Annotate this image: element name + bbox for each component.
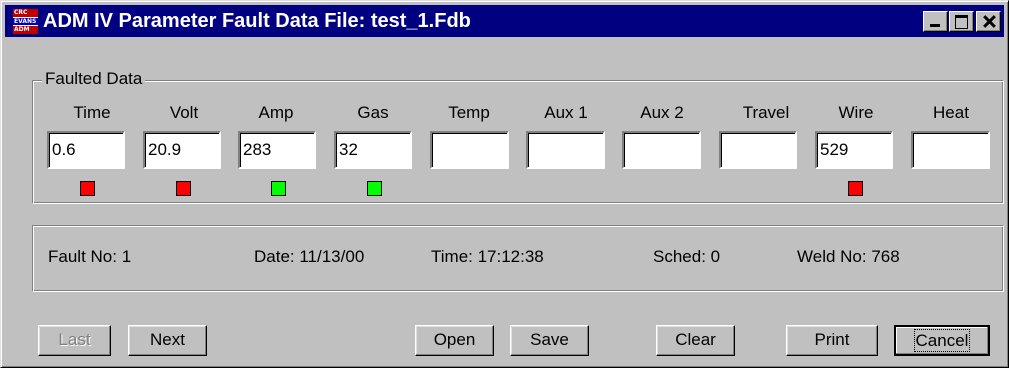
amp-status-indicator (271, 181, 286, 196)
cancel-button[interactable]: Cancel (894, 325, 990, 356)
field-label-gas: Gas (357, 103, 389, 122)
print-button[interactable]: Print (786, 325, 878, 356)
minimize-icon[interactable] (923, 11, 948, 32)
window-title: ADM IV Parameter Fault Data File: test_1… (43, 10, 471, 32)
maximize-icon[interactable] (949, 11, 974, 32)
schedule-number: Sched: 0 (653, 247, 721, 266)
field-label-heat: Heat (933, 103, 969, 122)
next-button[interactable]: Next (128, 325, 207, 356)
close-icon[interactable] (976, 11, 1001, 32)
heat-field[interactable] (911, 131, 990, 169)
amp-field[interactable]: 283 (238, 131, 316, 169)
field-label-amp: Amp (258, 103, 294, 122)
aux2-field[interactable] (622, 131, 701, 169)
volt-status-indicator (176, 181, 191, 196)
faulted-data-label: Faulted Data (42, 69, 146, 89)
travel-field[interactable] (719, 131, 797, 169)
field-label-temp: Temp (448, 103, 490, 122)
save-button[interactable]: Save (510, 325, 589, 356)
clear-button[interactable]: Clear (656, 325, 735, 356)
field-label-volt: Volt (169, 103, 199, 122)
fault-data-dialog: CRC EVANS ADM ADM IV Parameter Fault Dat… (0, 0, 1009, 368)
last-button[interactable]: Last (38, 325, 111, 356)
field-label-aux2: Aux 2 (640, 103, 684, 122)
gas-status-indicator (367, 181, 382, 196)
fault-time: Time: 17:12:38 (431, 247, 544, 266)
volt-field[interactable]: 20.9 (143, 131, 221, 169)
aux1-field[interactable] (526, 131, 605, 169)
field-label-travel: Travel (742, 103, 790, 122)
wire-status-indicator (848, 181, 863, 196)
time-status-indicator (80, 181, 95, 196)
open-button[interactable]: Open (415, 325, 494, 356)
fault-number: Fault No: 1 (48, 247, 132, 266)
field-label-time: Time (73, 103, 111, 122)
weld-number: Weld No: 768 (797, 247, 900, 266)
wire-field[interactable]: 529 (815, 131, 893, 169)
title-bar[interactable]: CRC EVANS ADM ADM IV Parameter Fault Dat… (5, 5, 1004, 37)
gas-field[interactable]: 32 (334, 131, 412, 169)
time-field[interactable]: 0.6 (47, 131, 125, 169)
field-label-aux1: Aux 1 (544, 103, 588, 122)
field-label-wire: Wire (838, 103, 874, 122)
fault-date: Date: 11/13/00 (254, 247, 365, 266)
temp-field[interactable] (430, 131, 509, 169)
adm-app-icon[interactable]: CRC EVANS ADM (13, 9, 38, 34)
